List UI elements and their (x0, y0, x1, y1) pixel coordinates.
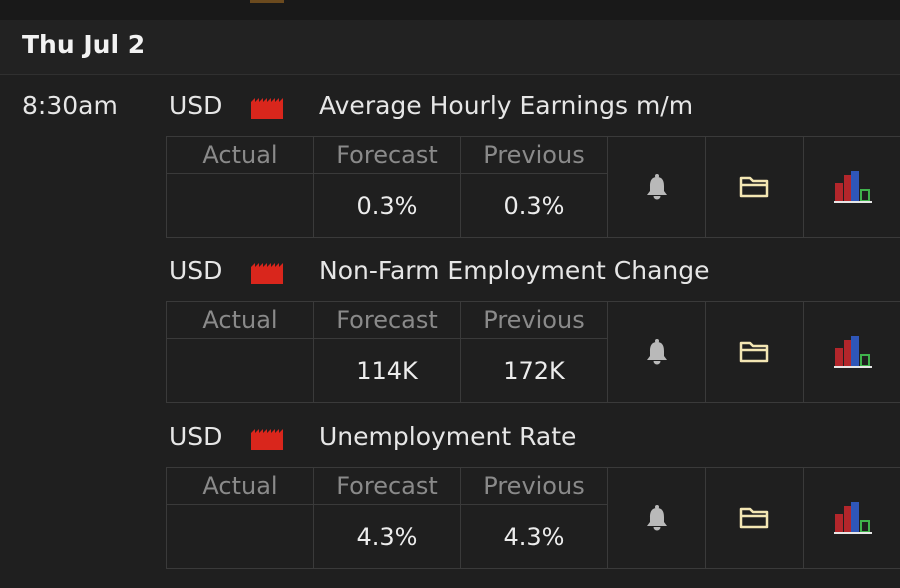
high-impact-icon[interactable] (250, 94, 284, 120)
event-details-grid: Actual Forecast Previous 114K 172K (166, 301, 900, 403)
forecast-header: Forecast (313, 468, 460, 505)
event-details-grid: Actual Forecast Previous 4.3% 4.3% (166, 467, 900, 569)
forecast-value: 4.3% (313, 505, 460, 568)
folder-icon (739, 341, 768, 363)
alert-button[interactable] (607, 137, 705, 237)
chart-icon (833, 171, 872, 203)
previous-row-indicator (250, 0, 284, 3)
previous-value: 172K (460, 339, 607, 402)
event-row[interactable]: USD Unemployment Rate Actual Forecast Pr… (0, 422, 900, 588)
forecast-header: Forecast (313, 302, 460, 339)
high-impact-icon[interactable] (250, 425, 284, 451)
bell-icon (646, 505, 667, 531)
actual-value (166, 505, 313, 568)
event-currency: USD (169, 256, 223, 285)
previous-header: Previous (460, 137, 607, 174)
chart-icon (833, 336, 872, 368)
previous-value: 0.3% (460, 174, 607, 237)
history-button[interactable] (803, 302, 900, 402)
top-strip (0, 0, 900, 20)
forecast-value: 0.3% (313, 174, 460, 237)
actual-header: Actual (166, 137, 313, 174)
history-button[interactable] (803, 468, 900, 568)
previous-value: 4.3% (460, 505, 607, 568)
alert-button[interactable] (607, 468, 705, 568)
event-row[interactable]: USD Average Hourly Earnings m/m Actual F… (0, 91, 900, 257)
date-header: Thu Jul 2 (0, 20, 900, 75)
high-impact-icon[interactable] (250, 259, 284, 285)
actual-value (166, 174, 313, 237)
alert-button[interactable] (607, 302, 705, 402)
bell-icon (646, 339, 667, 365)
previous-header: Previous (460, 302, 607, 339)
event-currency: USD (169, 422, 223, 451)
date-label: Thu Jul 2 (22, 30, 146, 59)
event-row[interactable]: USD Non-Farm Employment Change Actual Fo… (0, 256, 900, 422)
event-title[interactable]: Non-Farm Employment Change (319, 256, 710, 285)
bell-icon (646, 174, 667, 200)
event-details-grid: Actual Forecast Previous 0.3% 0.3% (166, 136, 900, 238)
details-button[interactable] (705, 302, 803, 402)
previous-header: Previous (460, 468, 607, 505)
actual-value (166, 339, 313, 402)
event-title[interactable]: Average Hourly Earnings m/m (319, 91, 693, 120)
actual-header: Actual (166, 302, 313, 339)
history-button[interactable] (803, 137, 900, 237)
folder-icon (739, 507, 768, 529)
chart-icon (833, 502, 872, 534)
folder-icon (739, 176, 768, 198)
actual-header: Actual (166, 468, 313, 505)
forecast-value: 114K (313, 339, 460, 402)
event-currency: USD (169, 91, 223, 120)
details-button[interactable] (705, 137, 803, 237)
event-title[interactable]: Unemployment Rate (319, 422, 576, 451)
forecast-header: Forecast (313, 137, 460, 174)
details-button[interactable] (705, 468, 803, 568)
